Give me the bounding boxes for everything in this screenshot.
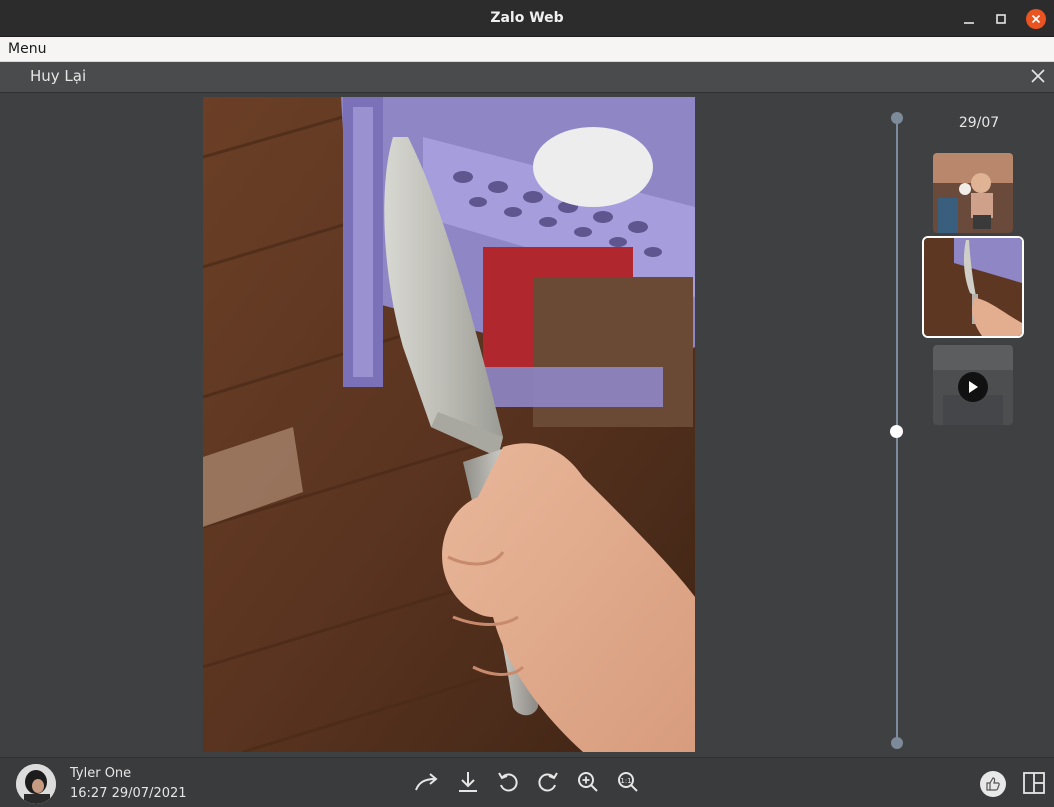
menubar: Menu [0,37,1054,62]
timeline-end-dot [891,737,903,749]
rotate-left-button[interactable] [494,768,522,796]
rotate-right-icon [538,772,558,792]
user-avatar-image [16,764,56,804]
timeline-start-dot [891,112,903,124]
download-icon [459,772,477,792]
maximize-icon [996,14,1006,24]
layout-toggle-button[interactable] [1022,771,1046,795]
timeline-date-label: 29/07 [958,115,1000,131]
actual-size-button[interactable]: 1:1 [614,768,642,796]
play-button[interactable] [958,372,988,402]
zoom-in-button[interactable] [574,768,602,796]
avatar[interactable] [16,764,56,804]
thumbnail-child-photo[interactable] [933,153,1013,233]
viewer-header: Huy Lại [0,62,1054,93]
minimize-icon [964,22,974,24]
minimize-button[interactable] [959,9,979,29]
timeline-position-handle[interactable] [890,425,903,438]
like-button[interactable] [980,771,1006,797]
maximize-button[interactable] [991,9,1011,29]
thumbnail-knife-photo-selected[interactable] [922,236,1024,338]
rotate-left-icon [498,772,518,792]
close-icon [1031,69,1045,83]
thumbnail-video[interactable] [933,345,1013,425]
zoom-in-icon [578,772,598,792]
message-timestamp: 16:27 29/07/2021 [70,786,187,801]
svg-text:1:1: 1:1 [620,777,631,785]
user-name: Tyler One [70,766,132,781]
main-image[interactable] [203,97,695,752]
rotate-right-button[interactable] [534,768,562,796]
close-icon [1031,14,1041,24]
play-icon [969,381,978,393]
share-button[interactable] [413,768,441,796]
sender-name: Huy Lại [30,67,87,85]
child-photo [933,153,1013,233]
knife-photo [203,97,695,752]
thumbs-up-icon [986,777,1000,791]
actual-size-icon: 1:1 [618,772,638,792]
bottom-toolbar: Tyler One 16:27 29/07/2021 1:1 [0,757,1054,807]
download-button[interactable] [454,768,482,796]
menu-item[interactable]: Menu [8,41,46,57]
share-forward-icon [415,773,438,791]
close-viewer-button[interactable] [1028,66,1048,86]
close-window-button[interactable] [1026,9,1046,29]
layout-grid-icon [1023,772,1045,794]
window-titlebar: Zalo Web [0,0,1054,37]
window-title: Zalo Web [490,10,564,26]
knife-photo-thumb [924,238,1022,336]
